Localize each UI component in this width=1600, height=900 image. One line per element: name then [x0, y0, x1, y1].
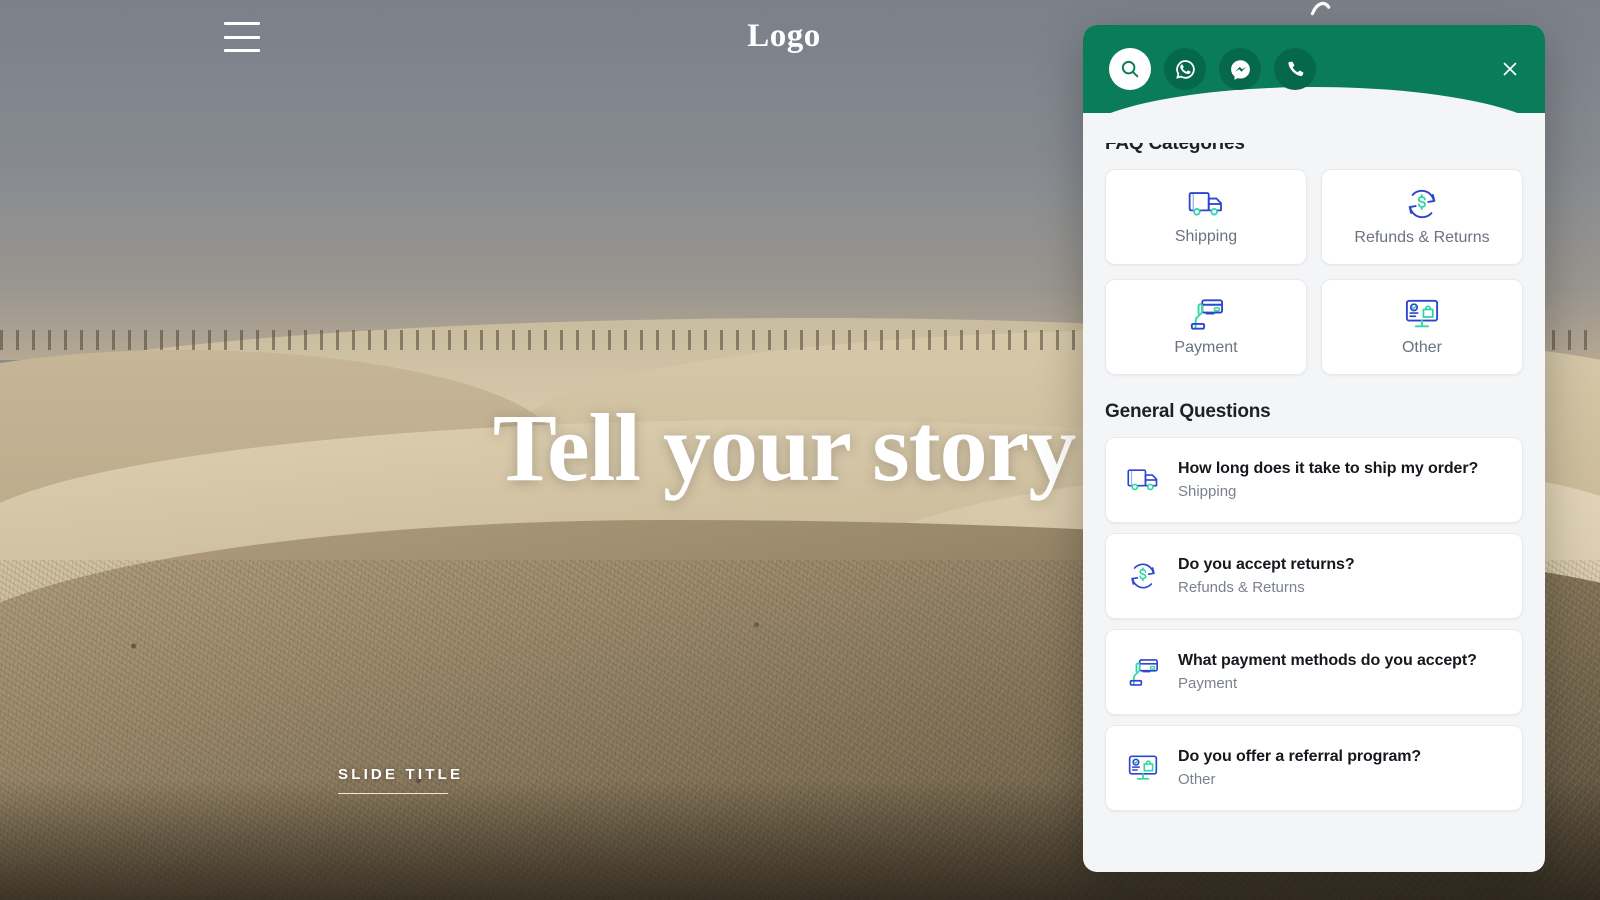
question-text-wrap: What payment methods do you accept? Paym… — [1178, 652, 1477, 692]
search-channel-button[interactable] — [1109, 48, 1151, 90]
whatsapp-icon — [1175, 59, 1195, 79]
question-category: Refunds & Returns — [1178, 579, 1305, 596]
delivery-truck-icon — [1127, 469, 1158, 491]
question-icon-wrap — [1124, 466, 1162, 494]
category-card-other[interactable]: Other — [1321, 279, 1523, 375]
credit-card-hand-icon — [1190, 299, 1223, 330]
search-icon — [1121, 60, 1139, 78]
category-label: Shipping — [1174, 228, 1238, 245]
question-text-wrap: How long does it take to ship my order? … — [1178, 460, 1478, 500]
channel-button-row — [1109, 48, 1316, 90]
question-item-shipping[interactable]: How long does it take to ship my order? … — [1105, 437, 1523, 523]
general-questions-list: How long does it take to ship my order? … — [1105, 437, 1523, 811]
category-label: Refunds & Returns — [1354, 229, 1490, 246]
general-questions-heading: General Questions — [1105, 401, 1271, 422]
question-icon-wrap — [1124, 657, 1162, 687]
question-title: What payment methods do you accept? — [1178, 652, 1477, 669]
faq-widget-panel: FAQ Categories Shipping Refunds & Return… — [1083, 25, 1545, 872]
category-card-payment[interactable]: Payment — [1105, 279, 1307, 375]
category-label: Payment — [1174, 339, 1238, 356]
question-title: Do you accept returns? — [1178, 556, 1355, 573]
question-item-payment[interactable]: What payment methods do you accept? Paym… — [1105, 629, 1523, 715]
close-panel-button[interactable] — [1493, 52, 1527, 86]
panel-header — [1083, 25, 1545, 143]
slide-title-text: SLIDE TITLE — [338, 766, 464, 783]
slide-title-block: SLIDE TITLE — [338, 766, 463, 794]
question-category: Payment — [1178, 675, 1238, 692]
question-title: Do you offer a referral program? — [1178, 748, 1422, 765]
messenger-icon — [1230, 59, 1250, 80]
close-icon — [1503, 62, 1517, 76]
question-text-wrap: Do you offer a referral program? Other — [1178, 748, 1421, 788]
category-card-refunds[interactable]: Refunds & Returns — [1321, 169, 1523, 265]
faq-category-grid: Shipping Refunds & Returns Payment Other — [1105, 169, 1523, 375]
widget-launcher-peek-icon — [1310, 1, 1331, 16]
question-item-returns[interactable]: Do you accept returns? Refunds & Returns — [1105, 533, 1523, 619]
question-category: Shipping — [1178, 483, 1237, 500]
question-icon-wrap — [1124, 753, 1162, 783]
credit-card-hand-icon — [1129, 659, 1158, 686]
monitor-shopping-icon — [1128, 755, 1158, 780]
panel-body: FAQ Categories Shipping Refunds & Return… — [1083, 113, 1545, 872]
question-text-wrap: Do you accept returns? Refunds & Returns — [1178, 556, 1355, 596]
category-label: Other — [1401, 339, 1442, 356]
category-card-shipping[interactable]: Shipping — [1105, 169, 1307, 265]
phone-icon — [1287, 61, 1303, 76]
monitor-shopping-icon — [1405, 299, 1439, 328]
question-category: Other — [1178, 771, 1216, 788]
phone-channel-button[interactable] — [1274, 48, 1316, 90]
refund-dollar-icon — [1408, 189, 1436, 219]
question-title: How long does it take to ship my order? — [1178, 460, 1479, 477]
whatsapp-channel-button[interactable] — [1164, 48, 1206, 90]
slide-title-underline — [338, 793, 448, 794]
question-icon-wrap — [1124, 561, 1162, 591]
refund-dollar-icon — [1131, 563, 1155, 589]
delivery-truck-icon — [1188, 192, 1222, 216]
messenger-channel-button[interactable] — [1219, 48, 1261, 90]
question-item-referral[interactable]: Do you offer a referral program? Other — [1105, 725, 1523, 811]
